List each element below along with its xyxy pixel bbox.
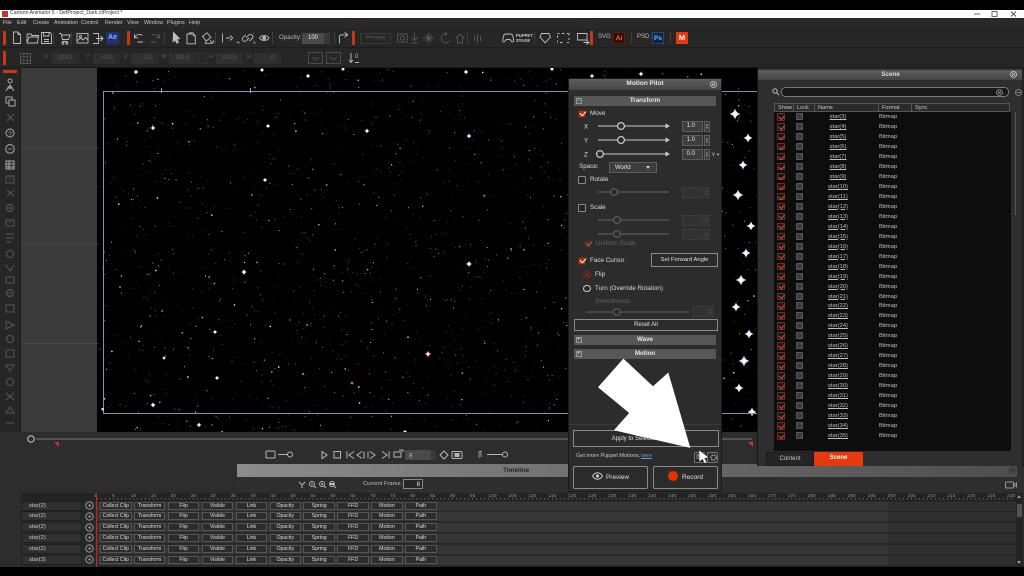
svg-text:?: ?	[8, 131, 12, 138]
svg-text:Z: Z	[584, 152, 588, 159]
svg-text:0: 0	[355, 54, 359, 60]
svg-text:Y: Y	[584, 138, 589, 145]
svg-text:X: X	[584, 124, 589, 131]
svg-text:Y: Y	[712, 153, 716, 159]
